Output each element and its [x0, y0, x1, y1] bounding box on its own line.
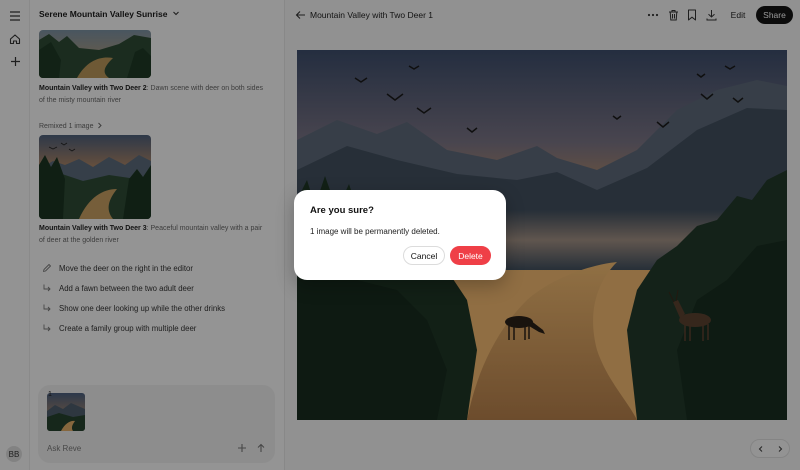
delete-button[interactable]: Delete — [450, 246, 491, 265]
dialog-title: Are you sure? — [310, 205, 374, 216]
attachment-count: 1 — [48, 391, 52, 398]
app-root: BB Serene Mountain Valley Sunrise Mounta… — [0, 0, 800, 470]
confirm-delete-dialog: Are you sure? 1 image will be permanentl… — [294, 190, 506, 280]
cancel-button[interactable]: Cancel — [403, 246, 445, 265]
dialog-message: 1 image will be permanently deleted. — [310, 227, 440, 236]
